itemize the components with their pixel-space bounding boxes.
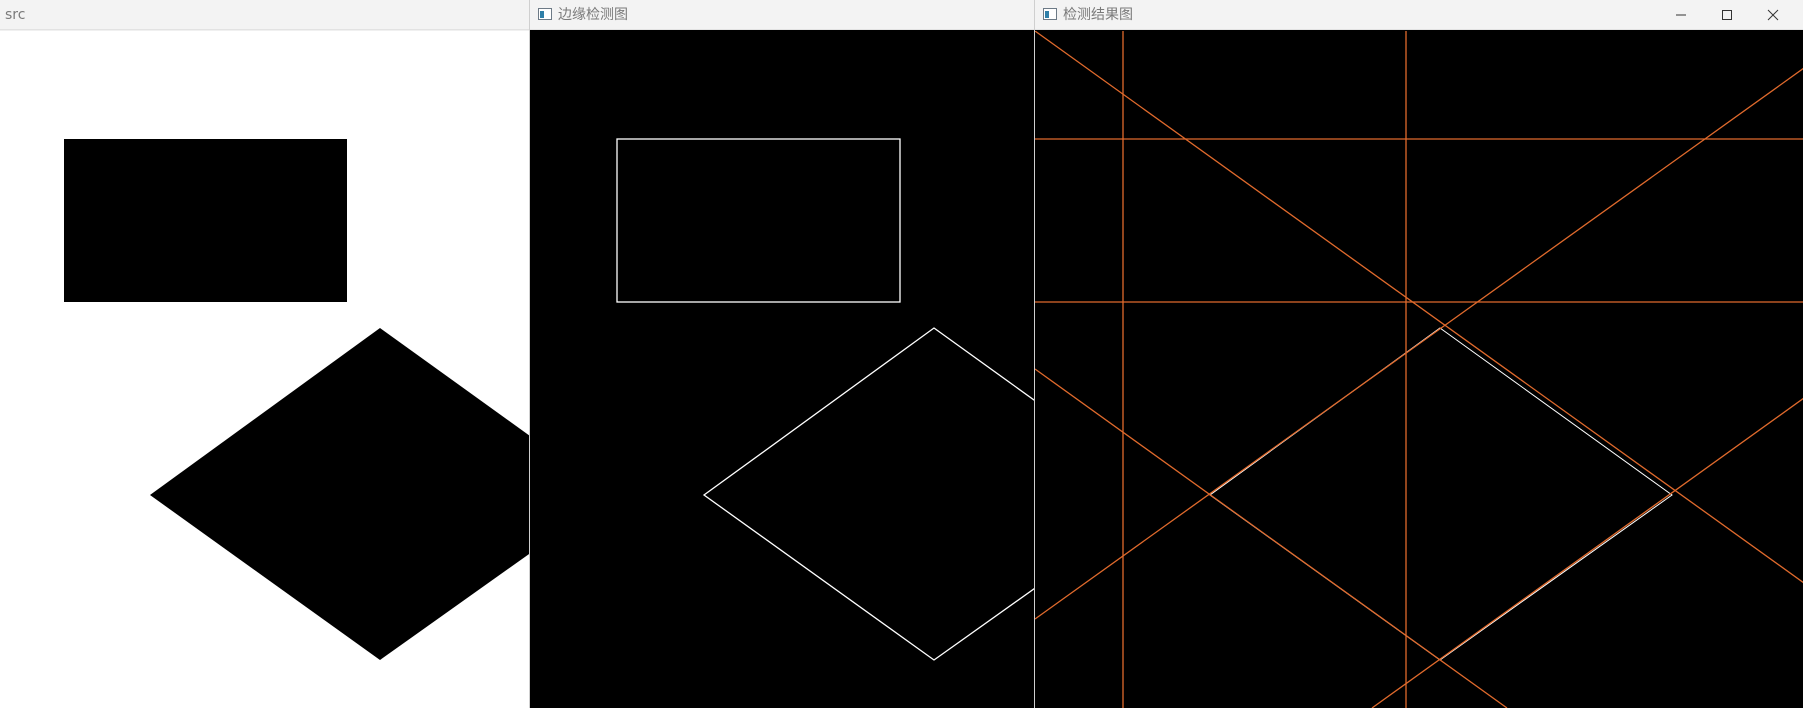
src-image	[64, 139, 530, 660]
minimize-icon	[1675, 9, 1687, 21]
edge-diamond-outline	[702, 327, 1036, 661]
app-window-icon	[538, 8, 552, 20]
close-icon	[1767, 9, 1779, 21]
src-window: src	[0, 0, 530, 708]
maximize-button[interactable]	[1704, 0, 1750, 30]
minimize-button[interactable]	[1658, 0, 1704, 30]
result-diamond-outline	[1209, 327, 1673, 661]
app-window-icon	[1043, 8, 1057, 20]
edges-canvas	[530, 31, 1036, 708]
result-image	[1035, 31, 1803, 708]
src-window-title: src	[5, 7, 26, 23]
edges-window: 边缘检测图	[529, 0, 1036, 708]
edges-window-title: 边缘检测图	[558, 7, 628, 23]
hough-line	[1035, 67, 1803, 620]
src-titlebar[interactable]: src	[0, 0, 530, 30]
edge-rectangle-outline	[616, 138, 901, 303]
hough-line	[1371, 397, 1803, 708]
result-window: 检测结果图	[1034, 0, 1803, 708]
result-canvas	[1035, 31, 1803, 708]
maximize-icon	[1721, 9, 1733, 21]
result-titlebar[interactable]: 检测结果图	[1035, 0, 1803, 30]
close-button[interactable]	[1750, 0, 1796, 30]
src-canvas	[0, 31, 530, 708]
edges-image	[616, 138, 1036, 661]
src-rectangle-shape	[64, 139, 347, 302]
edges-titlebar[interactable]: 边缘检测图	[530, 0, 1036, 30]
src-diamond-shape	[150, 328, 530, 660]
result-rectangle-outline	[1122, 138, 1407, 303]
result-window-title: 检测结果图	[1063, 7, 1133, 23]
hough-line	[1035, 368, 1508, 708]
hough-line	[1035, 31, 1803, 584]
